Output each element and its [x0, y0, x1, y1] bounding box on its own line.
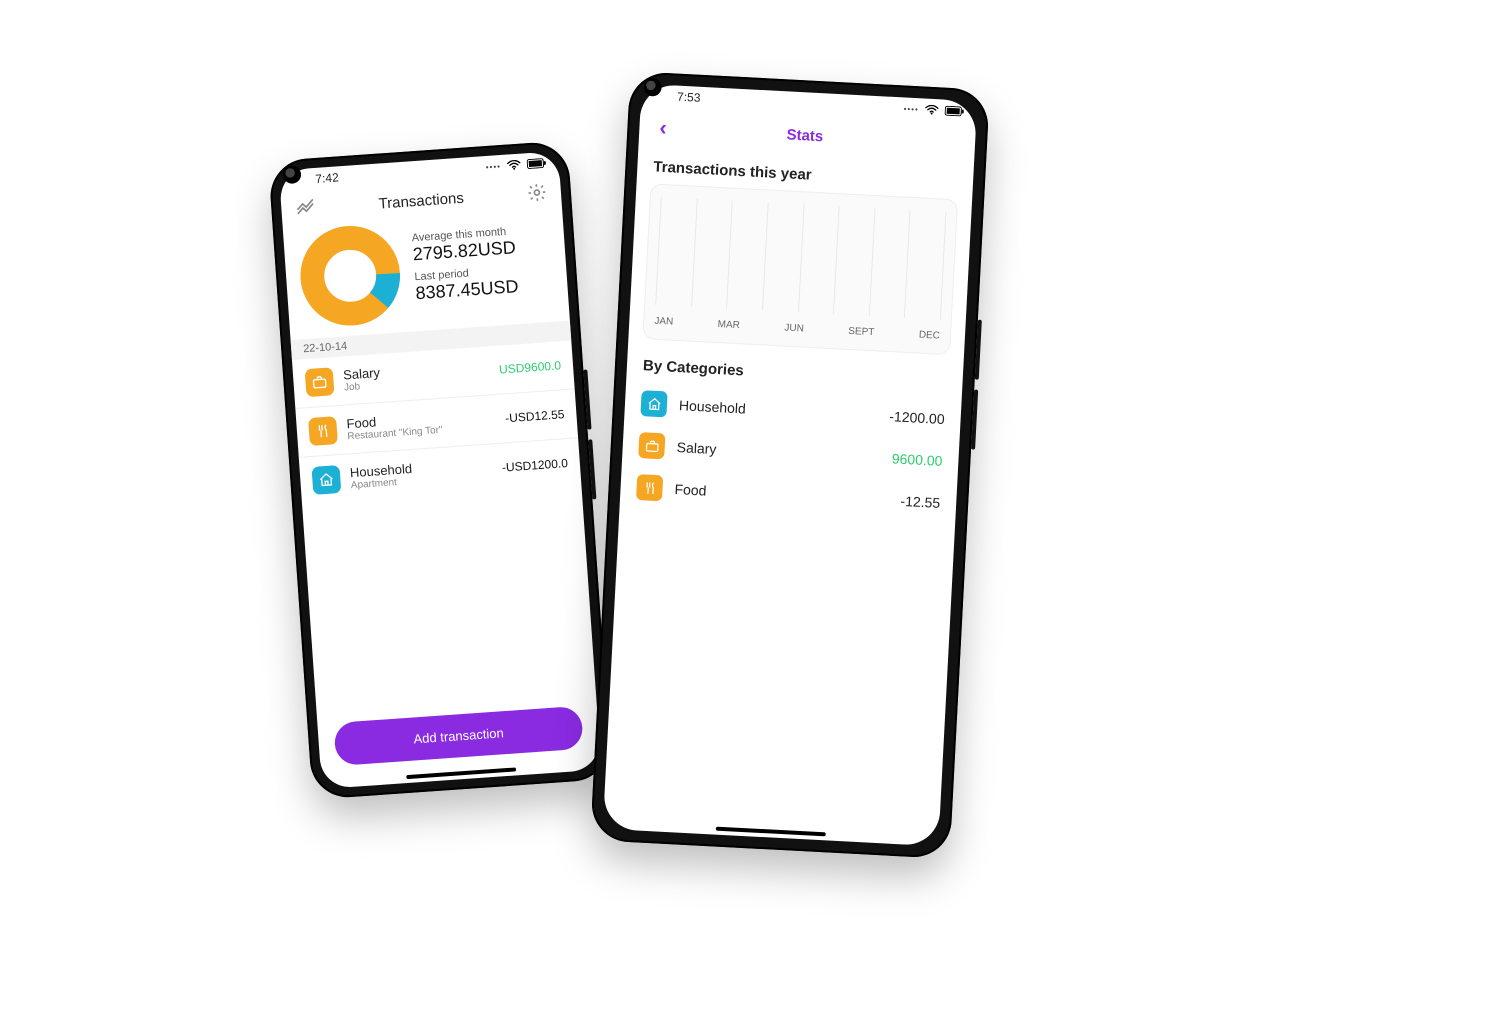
- category-list: Household -1200.00 Salary 9600.00 Food -…: [620, 381, 962, 524]
- wifi-icon: [507, 160, 522, 171]
- volume-button: [583, 369, 591, 429]
- battery-icon: [527, 158, 548, 169]
- cat-name: Household: [679, 397, 747, 416]
- x-label: JUN: [784, 323, 804, 335]
- power-button: [971, 390, 978, 450]
- battery-icon: [944, 106, 964, 117]
- tx-amount: USD9600.0: [499, 358, 562, 376]
- tx-amount: -USD1200.0: [501, 456, 568, 475]
- donut-chart: [297, 222, 404, 329]
- cat-name: Salary: [676, 439, 716, 457]
- back-button[interactable]: ‹: [653, 114, 674, 141]
- transaction-list: SalaryJob USD9600.0 FoodRestaurant "King…: [292, 341, 582, 506]
- cell-signal-icon: ••••: [485, 162, 501, 172]
- cat-name: Food: [674, 481, 707, 499]
- screen: 7:53 •••• ‹ Stats Transactions this year…: [603, 84, 978, 847]
- home-indicator: [716, 827, 826, 837]
- tx-amount: -USD12.55: [505, 407, 565, 425]
- summary-hero: Average this month 2795.82USD Last perio…: [283, 207, 570, 340]
- year-chart: JAN MAR JUN SEPT DEC: [654, 197, 946, 342]
- year-chart-card: JAN MAR JUN SEPT DEC: [642, 183, 958, 355]
- cat-value: -1200.00: [889, 408, 945, 427]
- stage: 7:42 •••• Transactions: [0, 0, 1497, 1011]
- cat-value: -12.55: [900, 493, 940, 511]
- status-time: 7:42: [315, 170, 339, 186]
- add-transaction-button[interactable]: Add transaction: [333, 706, 583, 766]
- page-title: Stats: [672, 120, 937, 151]
- spacer: [937, 142, 961, 143]
- x-label: JAN: [654, 316, 673, 328]
- phone-stats: 7:53 •••• ‹ Stats Transactions this year…: [590, 71, 990, 859]
- gear-icon[interactable]: [526, 182, 547, 203]
- briefcase-icon: [638, 432, 665, 459]
- cell-signal-icon: ••••: [903, 104, 919, 114]
- home-indicator: [406, 767, 516, 779]
- cat-value: 9600.00: [891, 450, 942, 469]
- phone-transactions: 7:42 •••• Transactions: [268, 140, 612, 799]
- x-label: SEPT: [848, 326, 875, 338]
- volume-button: [975, 320, 982, 380]
- screen: 7:42 •••• Transactions: [279, 151, 602, 789]
- home-icon: [311, 465, 341, 495]
- power-button: [588, 439, 596, 499]
- wifi-icon: [925, 105, 940, 116]
- x-label: DEC: [919, 330, 941, 342]
- utensils-icon: [636, 474, 663, 501]
- stats-icon[interactable]: [295, 198, 316, 219]
- home-icon: [640, 390, 667, 417]
- x-label: MAR: [717, 319, 740, 331]
- utensils-icon: [308, 416, 338, 446]
- status-time: 7:53: [677, 90, 701, 105]
- briefcase-icon: [305, 367, 335, 397]
